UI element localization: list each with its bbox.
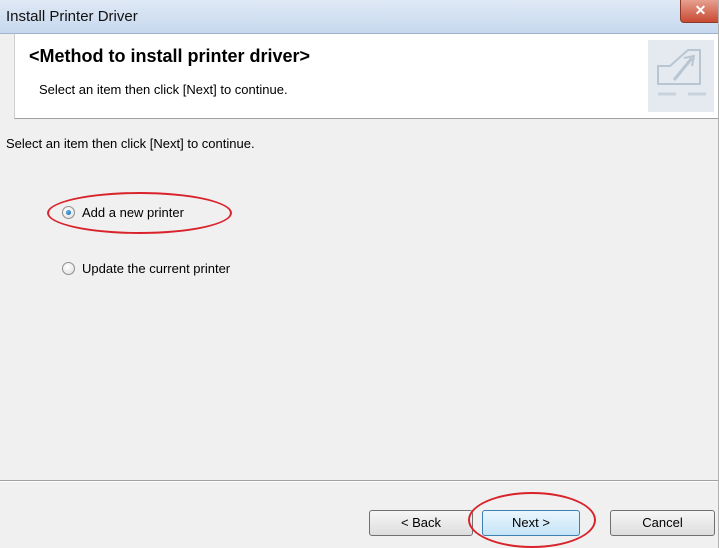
back-button[interactable]: < Back xyxy=(369,510,473,536)
install-printer-driver-window: Install Printer Driver ✕ <Method to inst… xyxy=(0,0,719,548)
wizard-header: <Method to install printer driver> Selec… xyxy=(14,34,719,119)
radio-update-current-printer[interactable]: Update the current printer xyxy=(62,258,230,278)
radio-label-add-new-printer[interactable]: Add a new printer xyxy=(82,205,184,220)
wizard-setup-icon xyxy=(648,40,714,112)
header-title: <Method to install printer driver> xyxy=(29,46,311,66)
footer-divider xyxy=(0,480,719,482)
window-title: Install Printer Driver xyxy=(6,8,138,25)
radio-checked-icon[interactable] xyxy=(62,205,75,219)
next-button[interactable]: Next > xyxy=(482,510,580,536)
cancel-button[interactable]: Cancel xyxy=(610,510,715,536)
header-subtitle: Select an item then click [Next] to cont… xyxy=(39,82,288,97)
radio-unchecked-icon[interactable] xyxy=(62,261,75,275)
radio-label-update-current-printer[interactable]: Update the current printer xyxy=(82,261,230,276)
close-button[interactable]: ✕ xyxy=(680,0,719,23)
body-instruction: Select an item then click [Next] to cont… xyxy=(6,136,255,151)
close-icon: ✕ xyxy=(694,2,707,18)
title-bar[interactable]: Install Printer Driver ✕ xyxy=(0,0,719,34)
radio-add-new-printer[interactable]: Add a new printer xyxy=(62,202,184,222)
